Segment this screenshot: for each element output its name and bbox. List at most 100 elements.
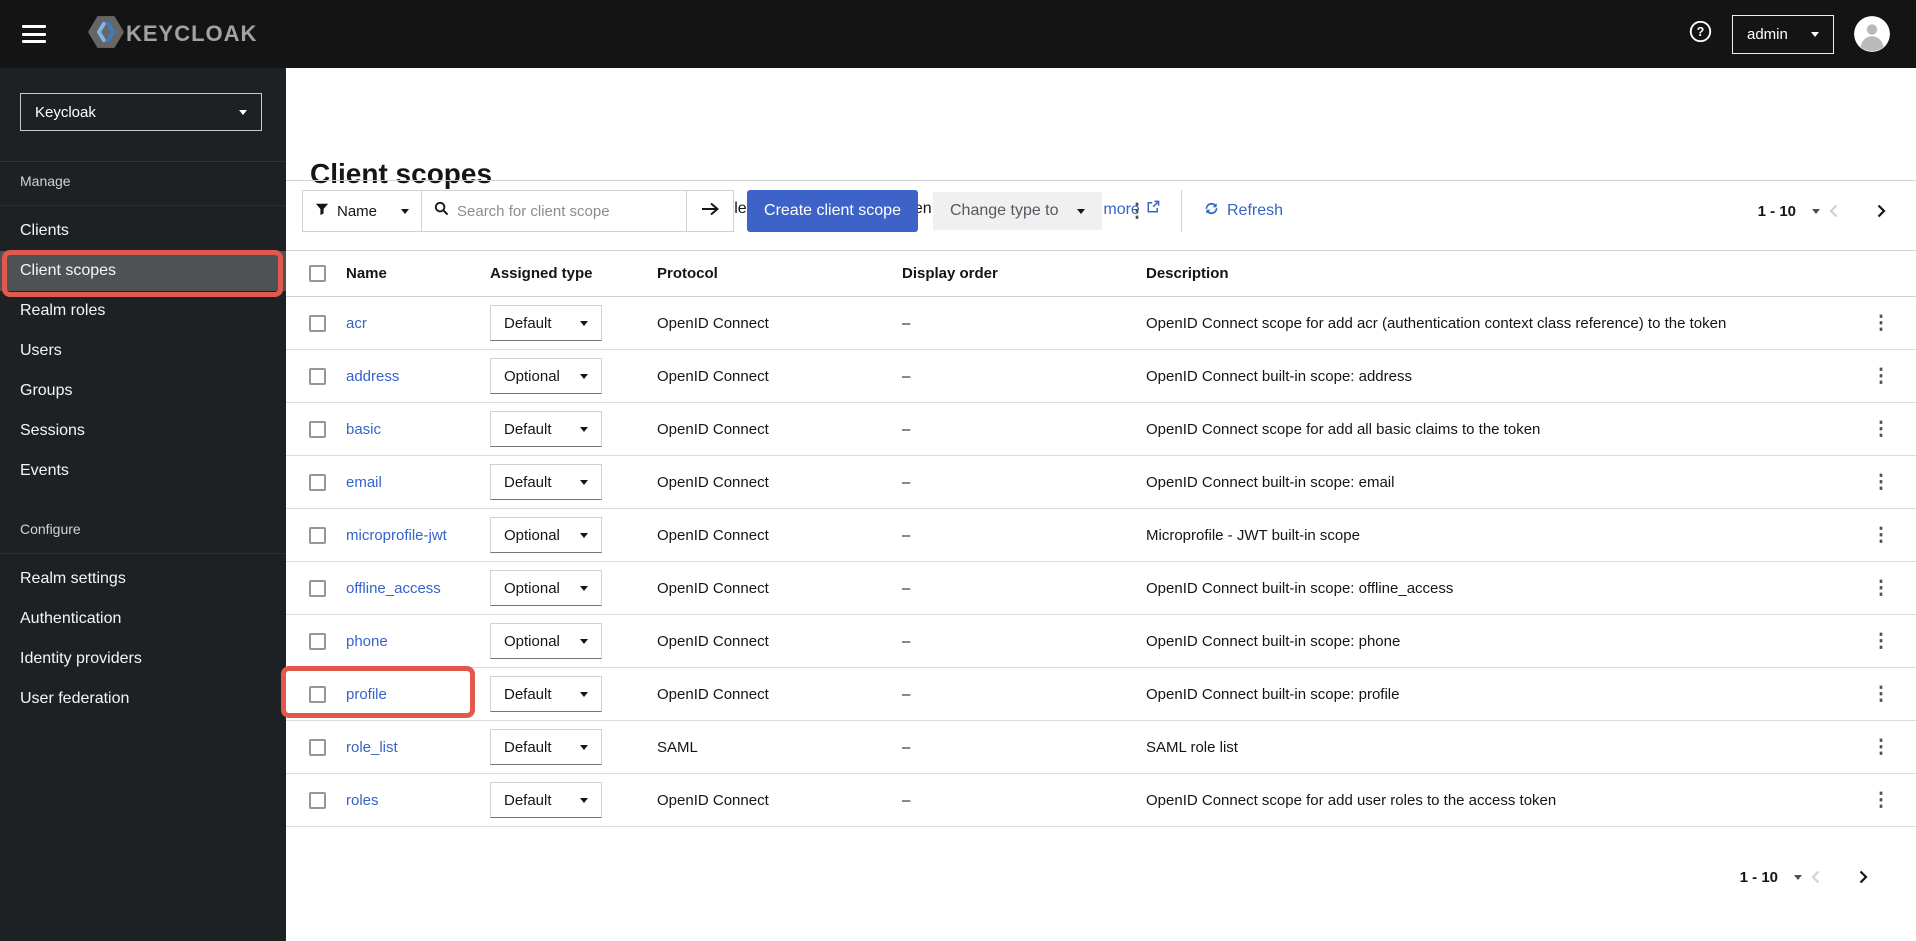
pagination-range[interactable]: 1 - 10 <box>1740 869 1778 886</box>
assigned-type-select[interactable]: Default <box>490 305 602 341</box>
assigned-type-select[interactable]: Default <box>490 782 602 818</box>
description-cell: OpenID Connect built-in scope: phone <box>1146 632 1401 650</box>
search-input[interactable] <box>457 202 674 220</box>
scope-name-link[interactable]: acr <box>346 315 490 332</box>
filter-type-label: Name <box>337 202 378 220</box>
row-checkbox[interactable] <box>309 579 326 597</box>
assigned-type-select[interactable]: Optional <box>490 358 602 394</box>
assigned-type-value: Optional <box>504 579 560 597</box>
row-checkbox[interactable] <box>309 632 326 650</box>
sidebar-item-identity-providers[interactable]: Identity providers <box>0 639 286 679</box>
scope-name-link[interactable]: roles <box>346 792 490 809</box>
pagination-range[interactable]: 1 - 10 <box>1758 203 1796 220</box>
table-row-microprofile-jwt: microprofile-jwt Optional OpenID Connect – M… <box>286 509 1916 562</box>
chevron-down-icon <box>580 426 588 432</box>
user-menu-dropdown[interactable]: admin <box>1732 14 1834 54</box>
row-checkbox[interactable] <box>309 314 326 332</box>
column-header-display-order: Display order <box>902 265 998 282</box>
row-checkbox[interactable] <box>309 685 326 703</box>
scope-name-link[interactable]: microprofile-jwt <box>346 527 490 544</box>
description-cell: SAML role list <box>1146 738 1238 756</box>
page-title: Client scopes <box>310 158 493 189</box>
pagination-top: 1 - 10 <box>1758 190 1894 232</box>
table-row-address: address Optional OpenID Connect – OpenID Con… <box>286 350 1916 403</box>
sidebar-item-sessions[interactable]: Sessions <box>0 411 286 451</box>
chevron-down-icon[interactable] <box>1812 208 1820 214</box>
row-kebab-menu[interactable]: ⋮ <box>1872 367 1891 386</box>
change-type-dropdown[interactable]: Change type to <box>933 192 1102 230</box>
assigned-type-select[interactable]: Optional <box>490 623 602 659</box>
assigned-type-select[interactable]: Default <box>490 411 602 447</box>
svg-text:?: ? <box>1697 25 1705 39</box>
column-header-description: Description <box>1146 265 1229 282</box>
chevron-down-icon[interactable] <box>1794 874 1802 880</box>
row-checkbox[interactable] <box>309 473 326 491</box>
scope-name-link[interactable]: address <box>346 368 490 385</box>
row-checkbox[interactable] <box>309 420 326 438</box>
avatar[interactable] <box>1854 16 1890 52</box>
scope-name-link[interactable]: offline_access <box>346 580 490 597</box>
main-content: Client scopes Client scopes are a common… <box>281 68 1916 941</box>
scope-name-link[interactable]: phone <box>346 633 490 650</box>
keycloak-logo: KEYCLOAK <box>88 15 258 53</box>
pagination-next-button[interactable] <box>1850 864 1876 890</box>
toolbar-kebab-menu[interactable]: ⋮ <box>1124 190 1150 232</box>
assigned-type-value: Optional <box>504 367 560 385</box>
sidebar-item-label: Users <box>20 342 62 359</box>
row-kebab-menu[interactable]: ⋮ <box>1872 738 1891 757</box>
sidebar-item-realm-settings[interactable]: Realm settings <box>0 559 286 599</box>
assigned-type-select[interactable]: Default <box>490 464 602 500</box>
table-row-profile: profile Default OpenID Connect – OpenID Conn… <box>286 668 1916 721</box>
realm-select[interactable]: Keycloak <box>20 93 262 131</box>
row-checkbox[interactable] <box>309 791 326 809</box>
select-all-checkbox[interactable] <box>309 265 326 282</box>
sidebar-item-users[interactable]: Users <box>0 331 286 371</box>
brand-text: KEYCLOAK <box>126 21 258 46</box>
chevron-down-icon <box>239 109 247 115</box>
user-menu-label: admin <box>1747 25 1788 43</box>
row-kebab-menu[interactable]: ⋮ <box>1872 685 1891 704</box>
sidebar-item-client-scopes[interactable]: Client scopes <box>0 251 286 291</box>
sidebar-item-user-federation[interactable]: User federation <box>0 679 286 719</box>
sidebar-item-authentication[interactable]: Authentication <box>0 599 286 639</box>
display-order-cell: – <box>902 367 911 385</box>
description-cell: OpenID Connect built-in scope: address <box>1146 367 1412 385</box>
pagination-prev-button[interactable] <box>1802 864 1828 890</box>
scope-name-link[interactable]: profile <box>346 686 490 703</box>
sidebar-item-realm-roles[interactable]: Realm roles <box>0 291 286 331</box>
pagination-prev-button[interactable] <box>1820 198 1846 224</box>
pagination-next-button[interactable] <box>1868 198 1894 224</box>
chevron-down-icon <box>580 691 588 697</box>
help-icon[interactable]: ? <box>1689 20 1712 48</box>
row-kebab-menu[interactable]: ⋮ <box>1872 473 1891 492</box>
assigned-type-select[interactable]: Default <box>490 676 602 712</box>
nav-toggle-icon[interactable] <box>22 25 46 43</box>
create-client-scope-button[interactable]: Create client scope <box>747 190 918 232</box>
row-kebab-menu[interactable]: ⋮ <box>1872 632 1891 651</box>
scope-name-link[interactable]: email <box>346 474 490 491</box>
assigned-type-select[interactable]: Default <box>490 729 602 765</box>
row-checkbox[interactable] <box>309 526 326 544</box>
protocol-cell: OpenID Connect <box>657 579 769 597</box>
sidebar-item-clients[interactable]: Clients <box>0 211 286 251</box>
row-kebab-menu[interactable]: ⋮ <box>1872 314 1891 333</box>
chevron-down-icon <box>580 797 588 803</box>
refresh-button[interactable]: Refresh <box>1204 190 1283 232</box>
row-kebab-menu[interactable]: ⋮ <box>1872 526 1891 545</box>
assigned-type-select[interactable]: Optional <box>490 517 602 553</box>
search-submit-button[interactable] <box>686 191 733 231</box>
filter-type-dropdown[interactable]: Name <box>303 191 422 231</box>
row-checkbox[interactable] <box>309 738 326 756</box>
row-kebab-menu[interactable]: ⋮ <box>1872 579 1891 598</box>
assigned-type-select[interactable]: Optional <box>490 570 602 606</box>
protocol-cell: OpenID Connect <box>657 473 769 491</box>
sidebar-item-events[interactable]: Events <box>0 451 286 491</box>
column-header-assigned-type: Assigned type <box>490 265 593 282</box>
sidebar-item-groups[interactable]: Groups <box>0 371 286 411</box>
row-checkbox[interactable] <box>309 367 326 385</box>
assigned-type-value: Default <box>504 420 552 438</box>
row-kebab-menu[interactable]: ⋮ <box>1872 791 1891 810</box>
row-kebab-menu[interactable]: ⋮ <box>1872 420 1891 439</box>
scope-name-link[interactable]: role_list <box>346 739 490 756</box>
scope-name-link[interactable]: basic <box>346 421 490 438</box>
